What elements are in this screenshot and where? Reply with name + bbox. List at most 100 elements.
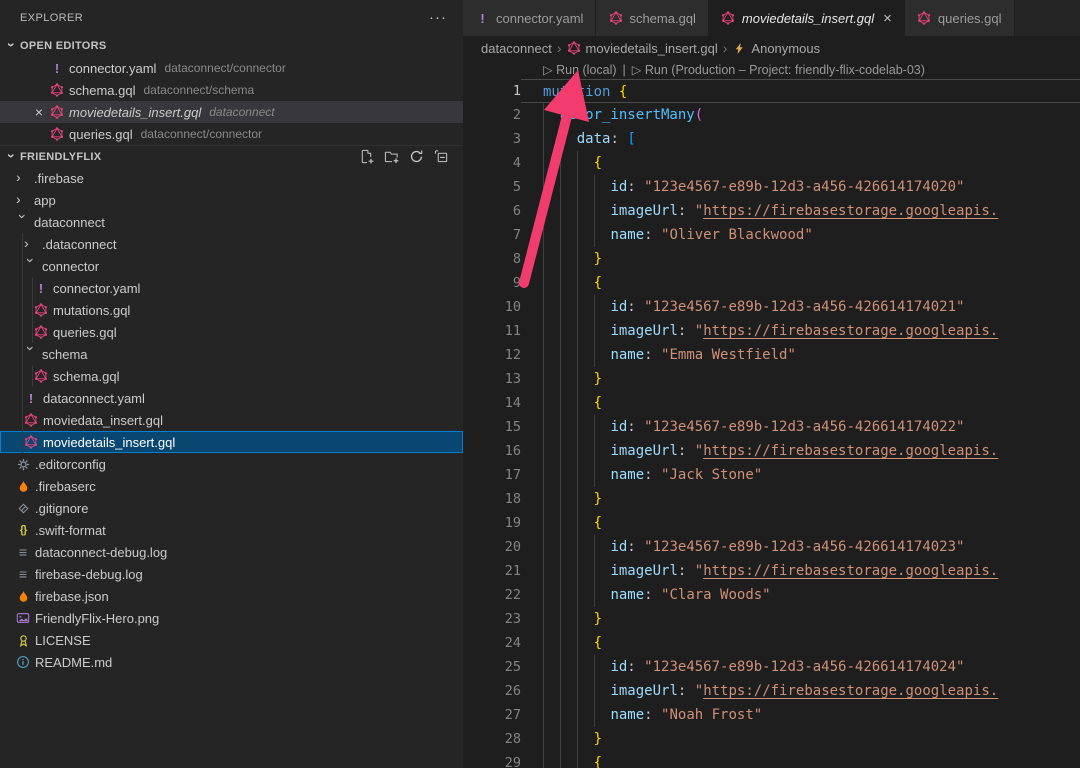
line-number: 3 (463, 127, 521, 151)
breadcrumb-item[interactable]: dataconnect (481, 41, 552, 56)
tree-folder-app[interactable]: ›app (0, 189, 463, 211)
tree-file-moviedata-insert-gql[interactable]: moviedata_insert.gql (0, 409, 463, 431)
open-editor-item[interactable]: queries.gql dataconnect/connector (0, 123, 463, 145)
flame-icon (16, 478, 30, 494)
collapse-all-icon[interactable] (433, 149, 449, 165)
breadcrumb-item[interactable]: moviedetails_insert.gql (567, 41, 718, 56)
tree-file-moviedetails-insert-gql[interactable]: moviedetails_insert.gql (0, 431, 463, 453)
line-number: 4 (463, 151, 521, 175)
gear-icon (16, 456, 30, 472)
file-name: .swift-format (35, 523, 106, 538)
tab-label: schema.gql (629, 11, 695, 26)
new-file-icon[interactable] (358, 149, 374, 165)
refresh-icon[interactable] (408, 149, 424, 165)
file-name: schema (42, 347, 88, 362)
tree-file-firebase-debug-log[interactable]: ≡firebase-debug.log (0, 563, 463, 585)
file-name: dataconnect-debug.log (35, 545, 167, 560)
code-line-content: } (521, 487, 1080, 511)
line-number: 22 (463, 583, 521, 607)
file-path: dataconnect/connector (141, 127, 262, 141)
file-name: queries.gql (53, 325, 117, 340)
codelens-divider: | (623, 63, 626, 77)
tree-folder-connector[interactable]: ›connector (0, 255, 463, 277)
code-line: 25 id: "123e4567-e89b-12d3-a456-42661417… (463, 655, 1080, 679)
tree-file-dataconnect-debug-log[interactable]: ≡dataconnect-debug.log (0, 541, 463, 563)
line-number: 17 (463, 463, 521, 487)
code-line-content: { (521, 751, 1080, 768)
code-line: 11 imageUrl: "https://firebasestorage.go… (463, 319, 1080, 343)
run-local-link[interactable]: ▷ Run (local) (543, 62, 617, 77)
tab-schema-gql[interactable]: schema.gql (596, 0, 708, 36)
tree-file-license[interactable]: LICENSE (0, 629, 463, 651)
tree-folder-schema[interactable]: › schema (0, 343, 463, 365)
open-editor-item[interactable]: !connector.yamldataconnect/connector (0, 57, 463, 79)
file-name: dataconnect.yaml (43, 391, 145, 406)
code-line-content: name: "Clara Woods" (521, 583, 1080, 607)
breadcrumb-item[interactable]: Anonymous (732, 41, 820, 56)
code-line: 22 name: "Clara Woods" (463, 583, 1080, 607)
tree-folder--dataconnect[interactable]: ›.dataconnect (0, 233, 463, 255)
code-line-content: id: "123e4567-e89b-12d3-a456-42661417402… (521, 535, 1080, 559)
tab-connector-yaml[interactable]: !connector.yaml (463, 0, 596, 36)
method-icon (732, 41, 747, 56)
file-name: queries.gql (69, 127, 133, 142)
more-actions-icon[interactable]: ··· (429, 13, 447, 23)
code-editor[interactable]: 1mutation {2 actor_insertMany(3 data: [4… (463, 79, 1080, 768)
graphql-icon (24, 434, 38, 450)
tab-moviedetails-insert-gql[interactable]: moviedetails_insert.gql× (709, 0, 905, 36)
tree-file-dataconnect-yaml[interactable]: !dataconnect.yaml (0, 387, 463, 409)
code-line: 16 imageUrl: "https://firebasestorage.go… (463, 439, 1080, 463)
play-icon: ▷ (632, 63, 642, 77)
code-line-content: id: "123e4567-e89b-12d3-a456-42661417402… (521, 415, 1080, 439)
tree-file--gitignore[interactable]: .gitignore (0, 497, 463, 519)
close-icon[interactable]: × (883, 11, 892, 26)
code-line: 19 { (463, 511, 1080, 535)
tree-file-connector-yaml[interactable]: !connector.yaml (0, 277, 463, 299)
graphql-icon (34, 368, 48, 384)
code-line: 14 { (463, 391, 1080, 415)
tree-file--editorconfig[interactable]: .editorconfig (0, 453, 463, 475)
file-path: dataconnect/connector (164, 61, 285, 75)
line-number: 2 (463, 103, 521, 127)
line-number: 1 (463, 79, 521, 103)
code-line-content: actor_insertMany( (521, 103, 1080, 127)
code-line: 1mutation { (463, 79, 1080, 103)
tree-folder--firebase[interactable]: ›.firebase (0, 167, 463, 189)
tree-file-mutations-gql[interactable]: mutations.gql (0, 299, 463, 321)
line-number: 28 (463, 727, 521, 751)
tree-file-firebase-json[interactable]: firebase.json (0, 585, 463, 607)
workspace-header[interactable]: › FRIENDLYFLIX (0, 145, 463, 167)
tree-file--swift-format[interactable]: {}.swift-format (0, 519, 463, 541)
new-folder-icon[interactable] (383, 149, 399, 165)
graphql-icon (50, 104, 64, 120)
run-production-link[interactable]: ▷ Run (Production – Project: friendly-fl… (632, 62, 925, 77)
tree-file-friendlyflix-hero-png[interactable]: FriendlyFlix-Hero.png (0, 607, 463, 629)
code-line: 27 name: "Noah Frost" (463, 703, 1080, 727)
close-icon[interactable]: × (28, 104, 50, 120)
line-number: 16 (463, 439, 521, 463)
open-editors-header[interactable]: › OPEN EDITORS (0, 35, 463, 57)
line-number: 9 (463, 271, 521, 295)
line-number: 21 (463, 559, 521, 583)
tree-file-schema-gql[interactable]: schema.gql (0, 365, 463, 387)
tree-file-readme-md[interactable]: README.md (0, 651, 463, 673)
vscode-window: EXPLORER ··· › OPEN EDITORS !connector.y… (0, 0, 1080, 768)
code-line: 2 actor_insertMany( (463, 103, 1080, 127)
tree-folder-dataconnect[interactable]: ›dataconnect (0, 211, 463, 233)
file-name: moviedetails_insert.gql (43, 435, 175, 450)
tab-queries-gql[interactable]: queries.gql (905, 0, 1015, 36)
tree-file-queries-gql[interactable]: queries.gql (0, 321, 463, 343)
tab-bar: !connector.yaml schema.gql moviedetails_in… (463, 0, 1080, 36)
file-name: README.md (35, 655, 112, 670)
play-icon: ▷ (543, 63, 553, 77)
graphql-icon (721, 11, 736, 26)
chevron-down-icon: › (24, 346, 38, 360)
code-line-content: { (521, 151, 1080, 175)
chevron-down-icon: › (5, 37, 19, 53)
tree-file--firebaserc[interactable]: .firebaserc (0, 475, 463, 497)
open-editor-item[interactable]: schema.gqldataconnect/schema (0, 79, 463, 101)
open-editor-item[interactable]: ×moviedetails_insert.gqldataconnect (0, 101, 463, 123)
code-line: 26 imageUrl: "https://firebasestorage.go… (463, 679, 1080, 703)
file-name: connector.yaml (53, 281, 140, 296)
code-line-content: imageUrl: "https://firebasestorage.googl… (521, 679, 1080, 703)
